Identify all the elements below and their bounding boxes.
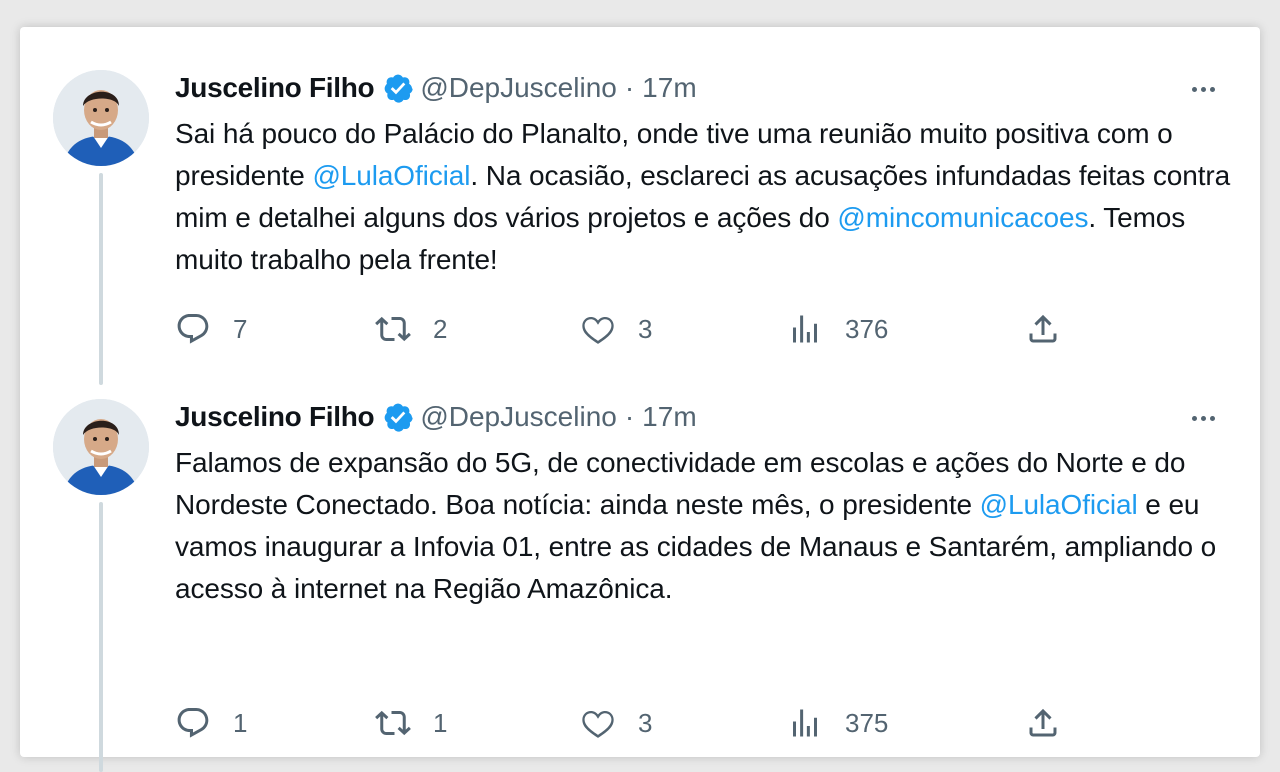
retweet-icon <box>375 710 411 736</box>
views-icon <box>793 315 817 343</box>
like-count: 3 <box>638 313 653 344</box>
reply-count: 7 <box>233 313 248 344</box>
tweet-actions: 1 1 3 375 <box>175 701 1175 745</box>
separator-dot: · <box>624 401 635 432</box>
tweet-text: Sai há pouco do Palácio do Planalto, ond… <box>175 113 1245 281</box>
tweet-timestamp[interactable]: 17m <box>642 72 696 104</box>
avatar[interactable] <box>53 70 149 166</box>
reply-icon <box>177 314 209 344</box>
tweet[interactable]: Juscelino Filho @DepJuscelino · 17m Fala… <box>20 399 1260 772</box>
author-handle[interactable]: @DepJuscelino <box>420 401 617 433</box>
heart-icon <box>582 317 614 344</box>
verified-badge-icon[interactable] <box>382 72 414 104</box>
like-button[interactable]: 3 <box>580 307 652 351</box>
retweet-icon <box>375 316 411 342</box>
like-count: 3 <box>638 707 653 738</box>
retweet-button[interactable]: 1 <box>375 701 447 745</box>
tweet[interactable]: Juscelino Filho @DepJuscelino · 17m Sai … <box>20 27 1260 399</box>
mention-link[interactable]: @mincomunicacoes <box>837 202 1088 233</box>
mention-link[interactable]: @LulaOficial <box>980 489 1138 520</box>
tweet-header: Juscelino Filho @DepJuscelino · 17m <box>175 399 697 435</box>
author-name[interactable]: Juscelino Filho <box>175 72 375 104</box>
more-options-icon[interactable] <box>1186 401 1220 435</box>
tweet-timestamp[interactable]: 17m <box>642 401 696 433</box>
share-icon <box>1029 708 1057 737</box>
view-count: 376 <box>845 313 889 344</box>
views-button[interactable]: 375 <box>787 701 888 745</box>
reply-button[interactable]: 7 <box>175 307 247 351</box>
avatar-image <box>53 70 149 166</box>
thread-connector-line <box>99 173 103 385</box>
tweet-header: Juscelino Filho @DepJuscelino · 17m <box>175 70 697 106</box>
reply-count: 1 <box>233 707 248 738</box>
share-button[interactable] <box>1025 701 1061 745</box>
tweet-thread-card: Juscelino Filho @DepJuscelino · 17m Sai … <box>20 27 1260 772</box>
heart-icon <box>582 711 614 738</box>
views-button[interactable]: 376 <box>787 307 888 351</box>
share-icon <box>1029 314 1057 343</box>
mention-link[interactable]: @LulaOficial <box>312 160 470 191</box>
view-count: 375 <box>845 707 889 738</box>
retweet-count: 2 <box>433 313 448 344</box>
like-button[interactable]: 3 <box>580 701 652 745</box>
share-button[interactable] <box>1025 307 1061 351</box>
separator-dot: · <box>624 72 635 103</box>
avatar[interactable] <box>53 399 149 495</box>
more-options-icon[interactable] <box>1186 72 1220 106</box>
thread-connector-line <box>99 502 103 772</box>
views-icon <box>793 709 817 737</box>
reply-button[interactable]: 1 <box>175 701 247 745</box>
retweet-button[interactable]: 2 <box>375 307 447 351</box>
tweet-text: Falamos de expansão do 5G, de conectivid… <box>175 442 1245 610</box>
reply-icon <box>177 708 209 738</box>
avatar-image <box>53 399 149 495</box>
verified-badge-icon[interactable] <box>382 401 414 433</box>
tweet-actions: 7 2 3 376 <box>175 307 1175 351</box>
retweet-count: 1 <box>433 707 448 738</box>
author-name[interactable]: Juscelino Filho <box>175 401 375 433</box>
author-handle[interactable]: @DepJuscelino <box>420 72 617 104</box>
